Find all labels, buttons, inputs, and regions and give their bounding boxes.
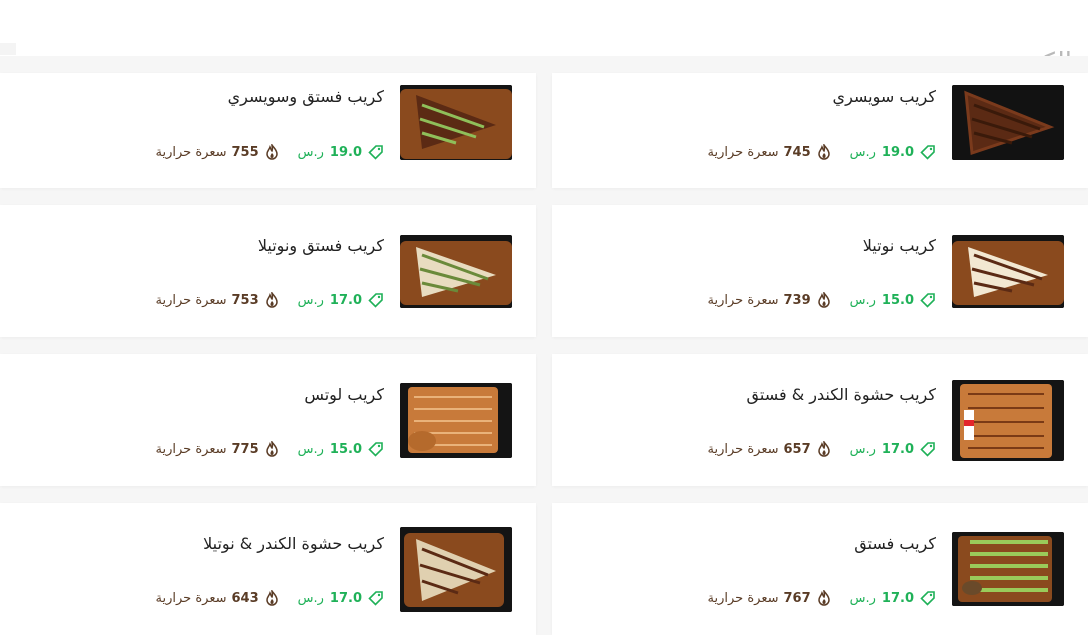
item-price: 17.0 ر.س bbox=[850, 590, 936, 606]
item-price: 19.0 ر.س bbox=[298, 144, 384, 160]
price-tag-icon bbox=[368, 442, 383, 457]
price-tag-icon bbox=[920, 442, 935, 457]
item-image bbox=[400, 85, 512, 160]
menu-item-card[interactable]: كريب فستق وسويسري 19.0 ر.س 755 سعرة حرار… bbox=[0, 73, 536, 188]
menu-item-card[interactable]: كريب لوتس 15.0 ر.س 775 سعرة حرارية bbox=[0, 354, 536, 486]
item-meta: 17.0 ر.س 643 سعرة حرارية bbox=[156, 590, 384, 606]
item-calories: 745 سعرة حرارية bbox=[708, 144, 832, 160]
item-image bbox=[952, 235, 1064, 308]
item-calories: 739 سعرة حرارية bbox=[708, 292, 832, 308]
item-name: كريب لوتس bbox=[304, 385, 384, 404]
item-meta: 19.0 ر.س 745 سعرة حرارية bbox=[708, 144, 936, 160]
menu-item-card[interactable]: كريب سويسري 19.0 ر.س 745 سعرة حرارية bbox=[552, 73, 1088, 188]
flame-icon bbox=[817, 144, 830, 160]
flame-icon bbox=[817, 441, 830, 457]
item-image bbox=[952, 380, 1064, 461]
item-price: 17.0 ر.س bbox=[850, 441, 936, 457]
item-meta: 15.0 ر.س 775 سعرة حرارية bbox=[156, 441, 384, 457]
flame-icon bbox=[817, 590, 830, 606]
item-calories: 643 سعرة حرارية bbox=[156, 590, 280, 606]
item-calories: 755 سعرة حرارية bbox=[156, 144, 280, 160]
flame-icon bbox=[817, 292, 830, 308]
item-price: 15.0 ر.س bbox=[298, 441, 384, 457]
item-image bbox=[952, 532, 1064, 606]
flame-icon bbox=[265, 441, 278, 457]
item-name: كريب فستق ونوتيلا bbox=[257, 236, 384, 255]
item-image bbox=[952, 85, 1064, 160]
item-name: كريب فستق وسويسري bbox=[227, 87, 384, 106]
item-name: كريب نوتيلا bbox=[862, 236, 936, 255]
item-image bbox=[400, 235, 512, 308]
item-price: 17.0 ر.س bbox=[298, 292, 384, 308]
item-name: كريب سويسري bbox=[832, 87, 936, 106]
price-tag-icon bbox=[368, 293, 383, 308]
item-calories: 767 سعرة حرارية bbox=[708, 590, 832, 606]
menu-item-card[interactable]: كريب فستق 17.0 ر.س 767 سعرة حرارية bbox=[552, 503, 1088, 635]
price-tag-icon bbox=[920, 591, 935, 606]
item-name: كريب حشوة الكندر & فستق bbox=[746, 385, 936, 404]
item-meta: 17.0 ر.س 753 سعرة حرارية bbox=[156, 292, 384, 308]
price-tag-icon bbox=[920, 145, 935, 160]
flame-icon bbox=[265, 590, 278, 606]
item-meta: 17.0 ر.س 657 سعرة حرارية bbox=[708, 441, 936, 457]
item-meta: 15.0 ر.س 739 سعرة حرارية bbox=[708, 292, 936, 308]
flame-icon bbox=[265, 144, 278, 160]
menu-item-card[interactable]: كريب نوتيلا 15.0 ر.س 739 سعرة حرارية bbox=[552, 205, 1088, 337]
item-price: 15.0 ر.س bbox=[850, 292, 936, 308]
item-image bbox=[400, 527, 512, 612]
menu-item-card[interactable]: كريب فستق ونوتيلا 17.0 ر.س 753 سعرة حرار… bbox=[0, 205, 536, 337]
item-image bbox=[400, 383, 512, 458]
item-calories: 753 سعرة حرارية bbox=[156, 292, 280, 308]
item-price: 19.0 ر.س bbox=[850, 144, 936, 160]
item-calories: 657 سعرة حرارية bbox=[708, 441, 832, 457]
item-calories: 775 سعرة حرارية bbox=[156, 441, 280, 457]
menu-item-card[interactable]: كريب حشوة الكندر & نوتيلا 17.0 ر.س 643 س… bbox=[0, 503, 536, 635]
item-meta: 17.0 ر.س 767 سعرة حرارية bbox=[708, 590, 936, 606]
divider bbox=[0, 43, 16, 55]
price-tag-icon bbox=[920, 293, 935, 308]
item-price: 17.0 ر.س bbox=[298, 590, 384, 606]
price-tag-icon bbox=[368, 145, 383, 160]
menu-item-card[interactable]: كريب حشوة الكندر & فستق 17.0 ر.س 657 سعر… bbox=[552, 354, 1088, 486]
price-tag-icon bbox=[368, 591, 383, 606]
item-name: كريب حشوة الكندر & نوتيلا bbox=[203, 534, 384, 553]
flame-icon bbox=[265, 292, 278, 308]
item-name: كريب فستق bbox=[854, 534, 936, 553]
item-meta: 19.0 ر.س 755 سعرة حرارية bbox=[156, 144, 384, 160]
